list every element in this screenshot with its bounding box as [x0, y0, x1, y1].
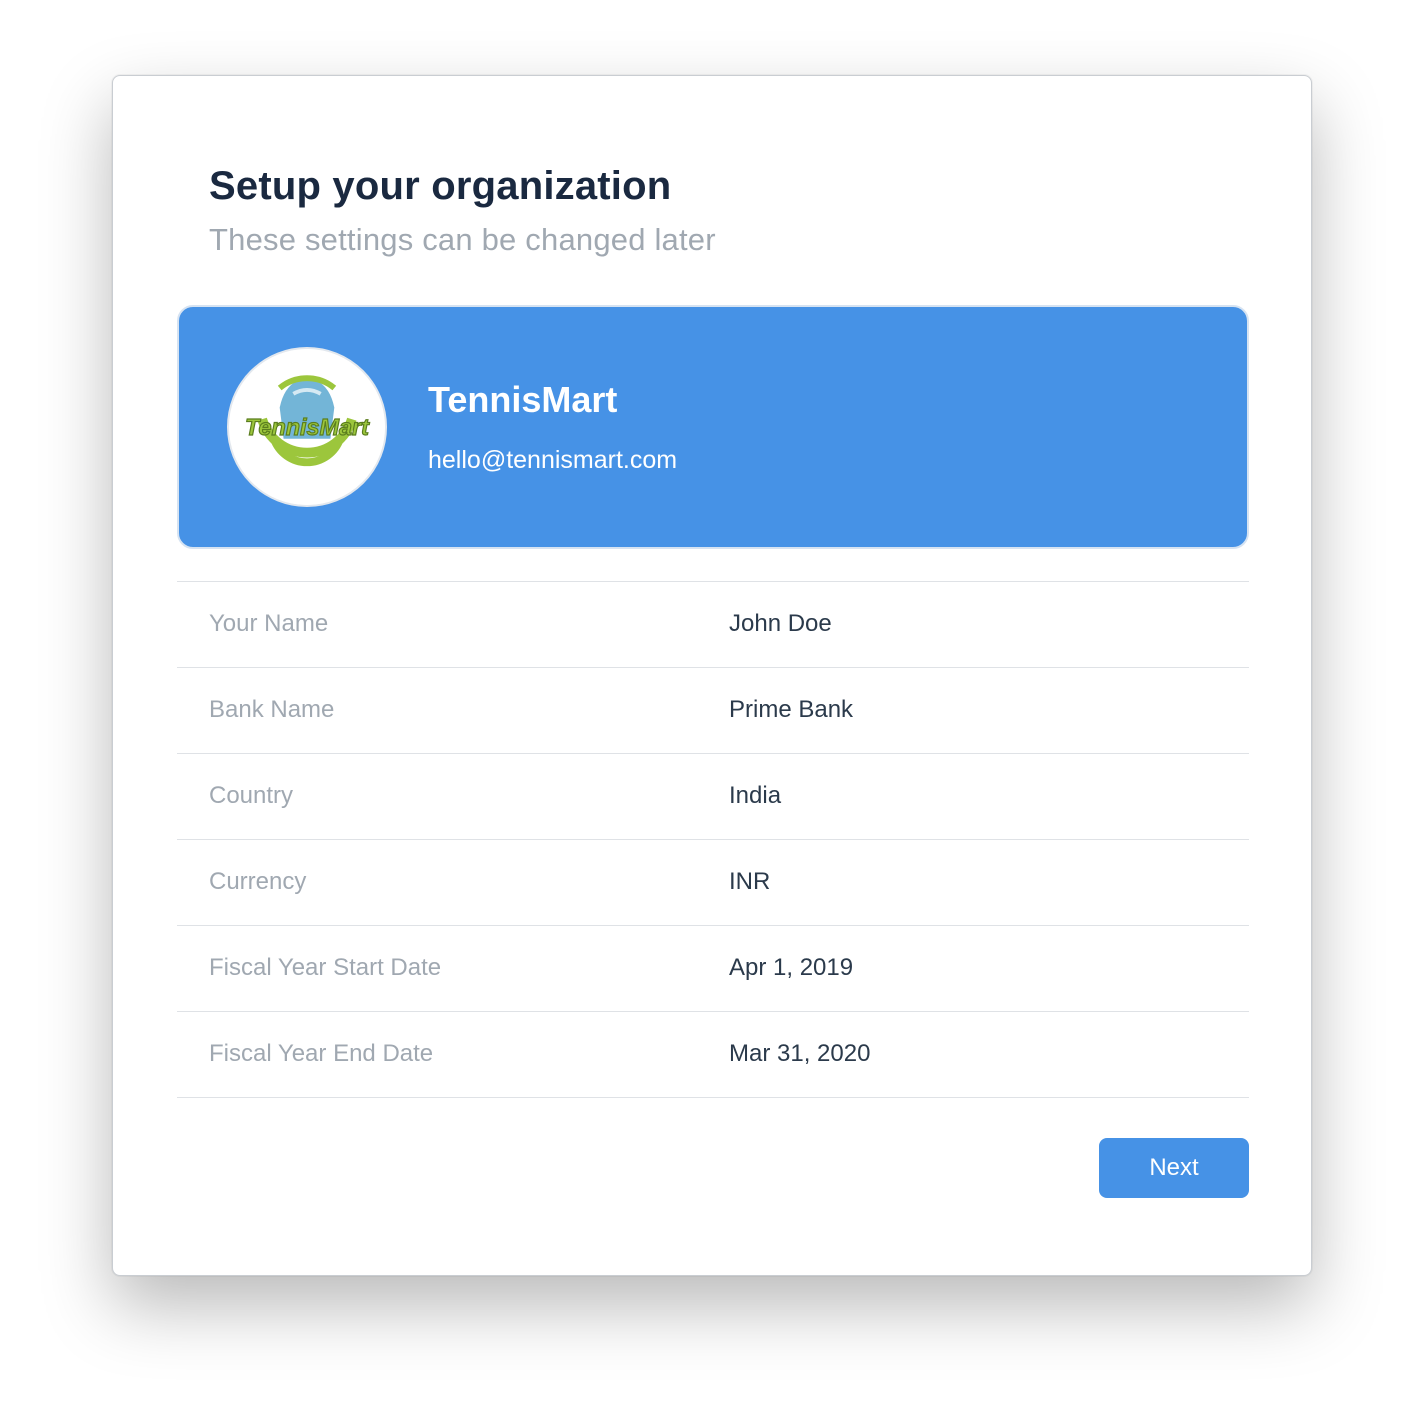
field-row-fiscal-year-end[interactable]: Fiscal Year End Date Mar 31, 2020 — [177, 1012, 1249, 1098]
field-label: Fiscal Year Start Date — [209, 954, 442, 981]
field-label: Fiscal Year End Date — [209, 1040, 434, 1067]
settings-list: Your Name John Doe Bank Name Prime Bank … — [177, 581, 1249, 1098]
field-row-fiscal-year-start[interactable]: Fiscal Year Start Date Apr 1, 2019 — [177, 926, 1249, 1012]
field-row-currency[interactable]: Currency INR — [177, 840, 1249, 926]
field-value: John Doe — [729, 610, 832, 637]
field-label: Bank Name — [209, 696, 335, 723]
field-label: Your Name — [209, 610, 329, 637]
tennismart-logo-icon: TennisMart — [229, 349, 385, 505]
field-label: Currency — [209, 868, 307, 895]
page-title: Setup your organization — [209, 164, 672, 208]
field-value: India — [729, 782, 782, 809]
organization-name: TennisMart — [428, 379, 618, 420]
field-row-your-name[interactable]: Your Name John Doe — [177, 582, 1249, 668]
logo-text: TennisMart — [245, 414, 370, 440]
field-label: Country — [209, 782, 294, 809]
next-button[interactable]: Next — [1099, 1138, 1249, 1198]
field-value: Mar 31, 2020 — [729, 1040, 871, 1067]
organization-card: TennisMart TennisMart hello@tennismart.c… — [177, 305, 1249, 549]
organization-logo[interactable]: TennisMart — [227, 347, 387, 507]
field-row-country[interactable]: Country India — [177, 754, 1249, 840]
field-value: Prime Bank — [729, 696, 854, 723]
page-subtitle: These settings can be changed later — [209, 222, 716, 257]
field-row-bank-name[interactable]: Bank Name Prime Bank — [177, 668, 1249, 754]
organization-email: hello@tennismart.com — [428, 446, 678, 474]
field-value: Apr 1, 2019 — [729, 954, 854, 981]
field-value: INR — [729, 868, 771, 895]
setup-window: Setup your organization These settings c… — [112, 75, 1312, 1276]
